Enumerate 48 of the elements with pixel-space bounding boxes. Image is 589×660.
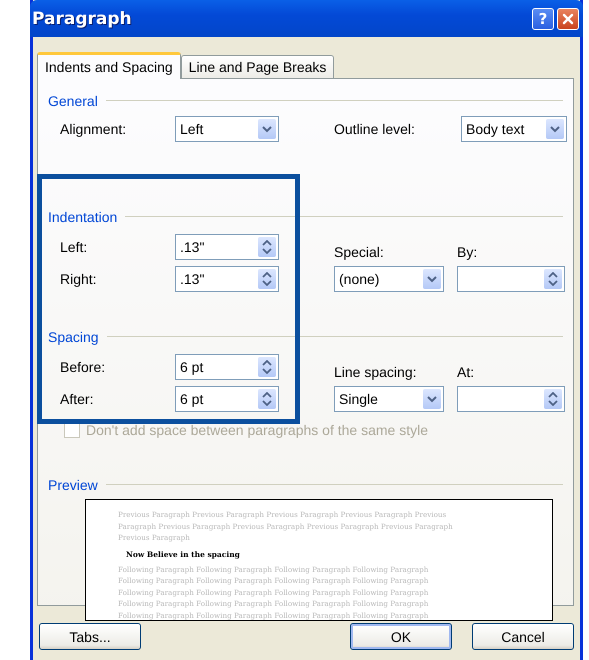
spin-field[interactable]: .13": [175, 266, 279, 292]
spin-arrows-icon: [258, 237, 276, 257]
field-label: Special:: [334, 244, 385, 260]
outline-level-dropdown[interactable]: Body text: [461, 116, 567, 142]
checkbox-label: Don't add space between paragraphs of the same style: [86, 422, 428, 438]
spin-arrows-icon: [544, 389, 562, 409]
tab[interactable]: Line and Page Breaks: [180, 55, 334, 78]
field-label: Outline level:: [334, 121, 416, 137]
section-heading: Spacing: [48, 328, 99, 344]
dropdown-value: Left: [180, 121, 204, 137]
line-spacing-dropdown[interactable]: Single: [334, 386, 444, 412]
help-button[interactable]: ?: [532, 8, 554, 30]
spin-arrows-icon: [544, 269, 562, 289]
dropdown-value: Body text: [466, 121, 524, 137]
spin-field[interactable]: 6 pt: [175, 386, 279, 412]
section-heading: Preview: [48, 476, 98, 492]
field-label: Before:: [60, 359, 106, 375]
field-label: Line spacing:: [334, 364, 418, 380]
dropdown-value: Single: [339, 391, 378, 407]
field-value: .13": [180, 271, 204, 287]
window-title: Paragraph: [32, 8, 132, 28]
close-button[interactable]: [557, 8, 579, 30]
field-value: 6 pt: [180, 359, 204, 375]
field-label: Right:: [60, 271, 98, 287]
spin-arrows-icon: [258, 357, 276, 377]
tab[interactable]: Indents and Spacing: [37, 52, 181, 79]
special-dropdown[interactable]: (none): [334, 266, 444, 292]
spin-field[interactable]: [457, 266, 565, 292]
spin-arrows-icon: [258, 269, 276, 289]
field-label: By:: [457, 244, 478, 260]
dialog-button[interactable]: Cancel: [472, 623, 574, 650]
dropdown-value: (none): [339, 271, 380, 287]
close-icon: [561, 12, 575, 26]
dialog-button[interactable]: Tabs...: [39, 623, 141, 650]
field-label: Alignment:: [60, 121, 128, 137]
field-value: 6 pt: [180, 391, 204, 407]
field-label: Left:: [60, 239, 88, 255]
dialog-button[interactable]: OK: [350, 623, 452, 650]
field-value: .13": [180, 239, 204, 255]
spin-arrows-icon: [258, 389, 276, 409]
section-heading: Indentation: [48, 208, 118, 224]
alignment-dropdown[interactable]: Left: [175, 116, 279, 142]
field-label: After:: [60, 391, 94, 407]
section-heading: General: [48, 92, 98, 108]
field-label: At:: [457, 364, 476, 380]
spin-field[interactable]: 6 pt: [175, 354, 279, 380]
spin-field[interactable]: .13": [175, 234, 279, 260]
spin-field[interactable]: [457, 386, 565, 412]
